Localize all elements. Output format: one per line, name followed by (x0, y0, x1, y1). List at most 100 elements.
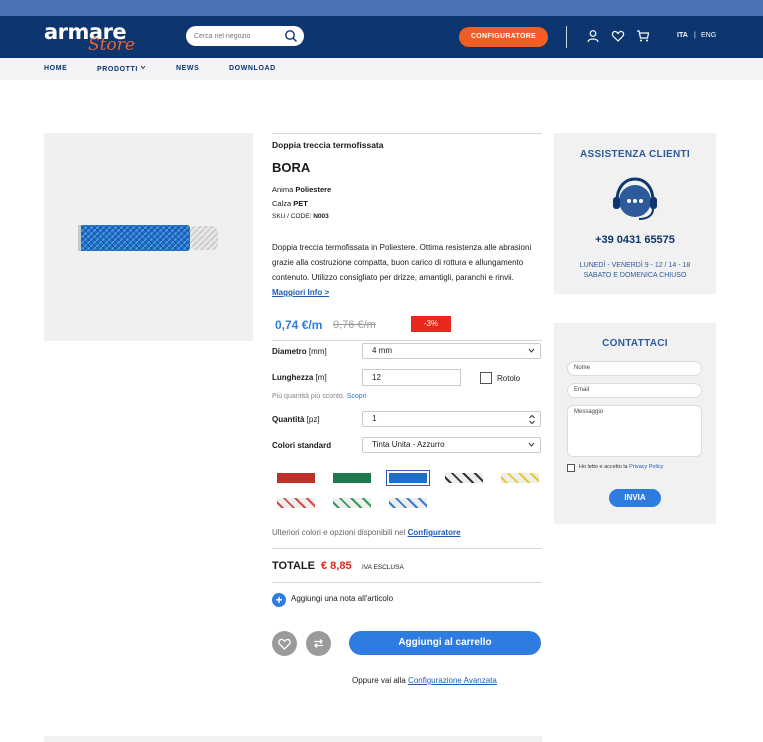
nav-prodotti-label: PRODOTTI (97, 66, 138, 73)
roll-label: Rotolo (497, 374, 521, 383)
more-options: Ulteriori colori e opzioni disponibili n… (272, 528, 461, 537)
swatch-black-white[interactable] (445, 473, 483, 483)
diameter-value: 4 mm (372, 346, 392, 355)
product-image[interactable] (44, 133, 253, 341)
lang-ita[interactable]: ITA (677, 32, 688, 39)
swatch-white-green[interactable] (333, 498, 371, 508)
divider (272, 340, 542, 341)
swatch-white-red[interactable] (277, 498, 315, 508)
add-to-cart-button[interactable]: Aggiungi al carrello (349, 631, 541, 655)
email-field[interactable]: Email (567, 383, 702, 398)
hint-text: Più quantità più sconto. (272, 393, 345, 400)
chevron-down-icon (140, 65, 146, 70)
total-label: TOTALE (272, 560, 315, 572)
search-input[interactable] (194, 29, 282, 43)
swatch-red[interactable] (277, 473, 315, 483)
logo[interactable]: armare Store (44, 20, 144, 55)
swatch-green[interactable] (333, 473, 371, 483)
compare-button[interactable] (306, 631, 331, 656)
more-info-link[interactable]: Maggiori Info > (272, 288, 329, 297)
nav-news[interactable]: NEWS (176, 65, 199, 72)
lang-separator: | (694, 32, 696, 39)
product-subtitle: Doppia treccia termofissata (272, 140, 384, 150)
logo-sub: Store (88, 35, 135, 55)
roll-checkbox[interactable] (480, 372, 492, 384)
colors-select[interactable]: Tinta Unita - Azzurro (362, 437, 541, 453)
swatch-yellow[interactable] (501, 473, 539, 483)
add-note-link[interactable]: Aggiungi una nota all'articolo (291, 594, 393, 603)
support-title: ASSISTENZA CLIENTI (579, 149, 691, 160)
stepper-arrows-icon[interactable] (528, 414, 536, 425)
support-phone[interactable]: +39 0431 65575 (554, 234, 716, 246)
submit-button[interactable]: INVIA (609, 489, 661, 507)
configurator-link[interactable]: Configuratore (408, 528, 461, 537)
diameter-unit: [mm] (308, 347, 327, 356)
configurator-button[interactable]: CONFIGURATORE (459, 27, 548, 47)
sku-value: N003 (313, 213, 329, 220)
search-icon[interactable] (284, 29, 298, 43)
colors-label: Colori standard (272, 441, 331, 450)
wishlist-button[interactable] (272, 631, 297, 656)
product-sku: SKU / CODE: N003 (272, 213, 329, 220)
quantity-value: 1 (372, 414, 377, 423)
privacy-policy-link[interactable]: Privacy Policy (629, 464, 663, 470)
quantity-hint: Più quantità più sconto. Scopri (272, 393, 367, 400)
quantity-unit: [pz] (306, 415, 320, 424)
search-box[interactable] (186, 26, 304, 46)
swatch-white-blue[interactable] (389, 498, 427, 508)
chevron-down-icon (528, 442, 535, 447)
footer-edge (44, 736, 542, 742)
discover-link[interactable]: Scopri (347, 393, 367, 400)
cart-icon[interactable] (636, 29, 650, 43)
support-hours-weekday: LUNEDÌ - VENERDÌ 9 - 12 / 14 - 18 (579, 262, 691, 269)
discount-badge: -3% (411, 316, 451, 332)
header-divider (566, 26, 567, 48)
swatch-blue[interactable] (386, 470, 430, 486)
cover-value: PET (293, 199, 308, 208)
main-nav: HOME PRODOTTI NEWS DOWNLOAD (0, 58, 763, 80)
advanced-config-link[interactable]: Configurazione Avanzata (408, 676, 497, 685)
message-field[interactable]: Messaggio (567, 405, 702, 457)
advanced-config: Oppure vai alla Configurazione Avanzata (352, 676, 497, 685)
total-value: € 8,85 (321, 560, 352, 572)
divider (272, 582, 542, 583)
privacy-text: Ho letto e accetto la (579, 464, 628, 470)
name-field[interactable]: Nome (567, 361, 702, 376)
support-panel: ASSISTENZA CLIENTI +39 0431 65575 LUNEDÌ… (554, 133, 716, 294)
length-unit: [m] (315, 373, 327, 382)
old-price: 0,76 €/m (333, 319, 376, 331)
privacy-checkbox[interactable] (567, 464, 575, 472)
site-header: armare Store CONFIGURATORE ITA | ENG (0, 16, 763, 58)
divider (272, 548, 542, 549)
colors-label-text: Colori standard (272, 441, 332, 450)
diameter-select[interactable]: 4 mm (362, 343, 541, 359)
compare-icon (314, 639, 323, 648)
quantity-label-text: Quantità (272, 415, 305, 424)
heart-icon (278, 638, 291, 650)
quantity-label: Quantità [pz] (272, 415, 320, 424)
price: 0,74 €/m (275, 318, 323, 332)
headset-icon (613, 177, 657, 220)
diameter-label-text: Diametro (272, 347, 307, 356)
privacy-consent: Ho letto e accetto la Privacy Policy (579, 464, 663, 470)
description-text: Doppia treccia termofissata in Poliester… (272, 243, 532, 282)
diameter-label: Diametro [mm] (272, 347, 327, 356)
length-input[interactable]: 12 (362, 369, 461, 386)
contact-panel: CONTATTACI Nome Email Messaggio Ho letto… (554, 323, 716, 524)
product-title: BORA (272, 160, 311, 175)
rope-image (78, 225, 218, 251)
nav-home[interactable]: HOME (44, 65, 67, 72)
product-description: Doppia treccia termofissata in Poliester… (272, 240, 537, 300)
nav-prodotti[interactable]: PRODOTTI (97, 65, 146, 73)
user-icon[interactable] (586, 29, 600, 43)
quantity-stepper[interactable]: 1 (362, 411, 541, 427)
add-note-icon[interactable]: + (272, 593, 286, 607)
product-cover: Calza PET (272, 199, 308, 208)
length-label: Lunghezza [m] (272, 373, 327, 382)
more-options-text: Ulteriori colori e opzioni disponibili n… (272, 528, 406, 537)
lang-eng[interactable]: ENG (701, 32, 716, 39)
heart-icon[interactable] (611, 29, 625, 43)
cover-label: Calza (272, 199, 292, 208)
top-strip (0, 0, 763, 16)
nav-download[interactable]: DOWNLOAD (229, 65, 276, 72)
